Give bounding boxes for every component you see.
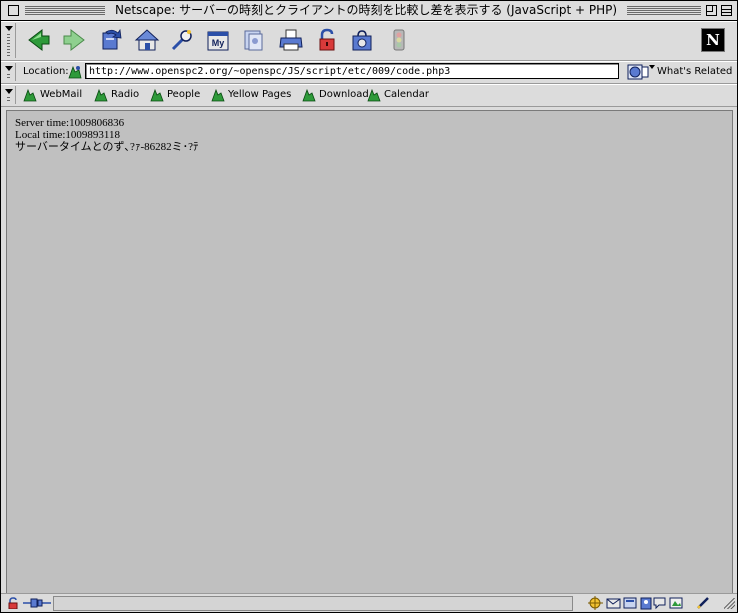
bookmark-label: Yellow Pages xyxy=(228,89,292,100)
bookmark-calendar[interactable]: Calendar xyxy=(367,87,429,103)
netscape-logo[interactable]: N xyxy=(701,28,725,52)
local-time-text: Local time:1009893118 xyxy=(15,129,120,141)
security-button[interactable] xyxy=(314,27,340,53)
stop-button[interactable] xyxy=(386,27,412,53)
svg-text:My: My xyxy=(212,38,225,48)
images-icon xyxy=(244,30,263,51)
bookmark-yellow-pages[interactable]: Yellow Pages xyxy=(211,87,291,103)
location-toolbar: Location: http://www.openspc2.org/~opens… xyxy=(1,61,737,84)
toolbar-grip[interactable] xyxy=(3,63,16,81)
edit-pencil-icon[interactable] xyxy=(696,596,711,610)
server-time-text: Server time:1009806836 xyxy=(15,117,125,129)
title-stripes-left xyxy=(25,5,105,16)
images-button[interactable] xyxy=(241,27,267,53)
window-title: Netscape: サーバーの時刻とクライアントの時刻を比較し差を表示する (J… xyxy=(114,4,618,17)
back-button[interactable] xyxy=(26,27,52,53)
bookmark-label: Calendar xyxy=(384,89,429,100)
bookmark-icon xyxy=(23,88,37,102)
bookmark-label: Download xyxy=(319,89,369,100)
bookmark-label: Radio xyxy=(111,89,140,100)
newsgroups-icon[interactable] xyxy=(623,596,638,610)
bookmark-icon xyxy=(150,88,164,102)
back-arrow-icon xyxy=(28,28,50,52)
bookmark-webmail[interactable]: WebMail xyxy=(23,87,82,103)
location-label: Location: xyxy=(23,66,69,77)
bookmark-label: WebMail xyxy=(40,89,83,100)
security-lock-icon[interactable] xyxy=(7,597,20,609)
status-message-field xyxy=(53,596,573,611)
search-icon xyxy=(171,30,192,51)
toolbar-grip[interactable] xyxy=(3,86,16,104)
bookmark-icon xyxy=(211,88,225,102)
zoom-box[interactable] xyxy=(706,5,717,16)
title-stripes-right xyxy=(627,5,701,16)
navigator-icon[interactable] xyxy=(588,596,603,610)
connection-plug-icon xyxy=(23,598,51,608)
search-button[interactable] xyxy=(169,27,195,53)
stop-icon xyxy=(393,29,405,51)
chevron-down-icon[interactable] xyxy=(649,65,655,69)
mail-icon[interactable] xyxy=(606,596,621,610)
bookmark-icon xyxy=(94,88,108,102)
collapse-box[interactable] xyxy=(721,5,732,16)
forward-arrow-icon xyxy=(63,28,85,52)
forward-button[interactable] xyxy=(61,27,87,53)
title-bar[interactable]: Netscape: サーバーの時刻とクライアントの時刻を比較し差を表示する (J… xyxy=(1,1,737,21)
shop-button[interactable] xyxy=(349,27,375,53)
reload-button[interactable] xyxy=(98,27,124,53)
my-netscape-button[interactable]: My xyxy=(205,27,231,53)
personal-toolbar: WebMail Radio People Yellow Pages Downlo… xyxy=(1,84,737,107)
bookmark-radio[interactable]: Radio xyxy=(94,87,139,103)
navigation-toolbar: My N xyxy=(1,21,737,61)
my-netscape-icon: My xyxy=(207,31,229,51)
chat-icon[interactable] xyxy=(652,596,667,610)
bookmark-label: People xyxy=(167,89,201,100)
whats-related-label[interactable]: What's Related xyxy=(657,66,732,78)
bookmark-download[interactable]: Download xyxy=(302,87,369,103)
print-icon xyxy=(279,29,303,51)
page-content: Server time:1009806836 Local time:100989… xyxy=(6,110,733,594)
bookmark-icon xyxy=(367,88,381,102)
location-url-field[interactable]: http://www.openspc2.org/~openspc/JS/scri… xyxy=(85,63,619,79)
reload-icon xyxy=(102,28,122,50)
page-proxy-icon[interactable] xyxy=(67,64,83,80)
home-icon xyxy=(134,29,160,51)
composer-icon[interactable] xyxy=(669,596,684,610)
status-bar xyxy=(1,593,737,612)
close-box[interactable] xyxy=(8,5,19,16)
whats-related-icon[interactable] xyxy=(627,63,649,81)
browser-window: Netscape: サーバーの時刻とクライアントの時刻を比較し差を表示する (J… xyxy=(0,0,738,613)
toolbar-grip[interactable] xyxy=(3,23,16,58)
resize-grip[interactable] xyxy=(724,598,735,609)
bookmark-people[interactable]: People xyxy=(150,87,200,103)
shop-icon xyxy=(352,30,372,51)
difference-text: サーバータイムとのず､?ｧ-86282ミ･?ﾃ xyxy=(15,141,199,153)
security-lock-icon xyxy=(319,28,335,51)
print-button[interactable] xyxy=(278,27,304,53)
bookmark-icon xyxy=(302,88,316,102)
home-button[interactable] xyxy=(134,27,160,53)
